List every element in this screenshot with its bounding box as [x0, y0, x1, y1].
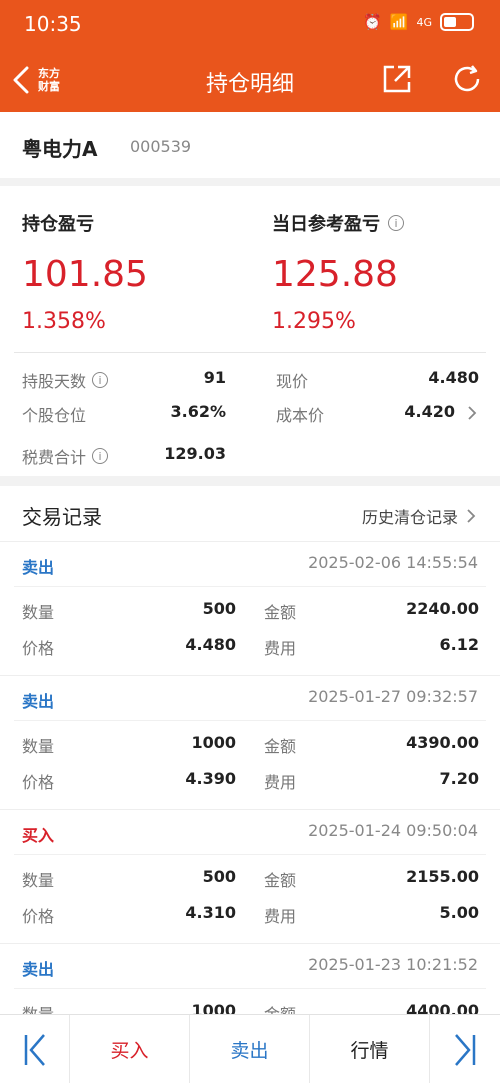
trade-datetime: 2025-01-24 09:50:04 — [308, 821, 478, 840]
history-link[interactable]: 历史清仓记录 — [362, 504, 476, 528]
sell-button[interactable]: 卖出 — [190, 1015, 310, 1083]
stat-days: 持股天数 i 91 — [22, 368, 226, 391]
first-page-button[interactable] — [0, 1015, 70, 1083]
daily-pnl: 当日参考盈亏 i 125.88 1.295% — [272, 210, 404, 334]
amount-label: 金额 — [264, 871, 297, 890]
trade-type: 卖出 — [22, 558, 55, 577]
status-icons: ⏰ 📶 4G — [363, 13, 474, 31]
stock-code: 000539 — [130, 137, 192, 156]
last-page-button[interactable] — [430, 1015, 500, 1083]
holding-pnl-label: 持仓盈亏 — [22, 214, 94, 235]
network-label: 4G — [416, 15, 432, 29]
bottom-toolbar: 买入 卖出 行情 — [0, 1014, 500, 1083]
fee-label: 费用 — [264, 773, 297, 792]
records-title: 交易记录 — [22, 505, 102, 529]
price-value: 4.480 — [185, 635, 236, 654]
divider — [14, 352, 486, 353]
fee-label: 费用 — [264, 907, 297, 926]
trade-list: 卖出 2025-02-06 14:55:54 数量 500 金额 2240.00… — [0, 542, 500, 1014]
trade-type: 卖出 — [22, 960, 55, 979]
battery-icon — [440, 13, 474, 31]
fee-value: 7.20 — [439, 769, 479, 788]
amount-value: 4390.00 — [406, 733, 479, 752]
status-bar: 10:35 ⏰ 📶 4G — [0, 0, 500, 48]
refresh-icon[interactable] — [450, 62, 484, 96]
trade-record[interactable]: 卖出 2025-01-27 09:32:57 数量 1000 金额 4390.0… — [0, 676, 500, 810]
info-icon[interactable]: i — [388, 215, 404, 231]
holding-pnl-pct: 1.358% — [22, 309, 106, 334]
trade-record[interactable]: 买入 2025-01-24 09:50:04 数量 500 金额 2155.00… — [0, 810, 500, 944]
trade-datetime: 2025-02-06 14:55:54 — [308, 553, 478, 572]
amount-label: 金额 — [264, 1001, 296, 1014]
pnl-panel: 持仓盈亏 101.85 1.358% 当日参考盈亏 i 125.88 1.295%… — [0, 186, 500, 476]
trade-record[interactable]: 卖出 2025-01-23 10:21:52 数量 1000 金额 4400.0… — [0, 944, 500, 1014]
nav-bar: 东方 财富 持仓明细 — [0, 48, 500, 112]
stat-price: 现价 4.480 — [276, 368, 479, 391]
qty-value: 1000 — [191, 1001, 236, 1014]
holding-pnl: 持仓盈亏 101.85 1.358% — [22, 210, 148, 334]
fee-value: 6.12 — [439, 635, 479, 654]
price-label: 价格 — [22, 773, 55, 792]
price-label: 价格 — [22, 639, 55, 658]
price-label: 价格 — [22, 907, 55, 926]
price-value: 4.310 — [185, 903, 236, 922]
fee-label: 费用 — [264, 639, 297, 658]
trade-datetime: 2025-01-23 10:21:52 — [308, 955, 478, 974]
amount-label: 金额 — [264, 737, 297, 756]
info-icon[interactable]: i — [92, 372, 109, 388]
wifi-icon: 📶 — [389, 13, 409, 31]
buy-button[interactable]: 买入 — [70, 1015, 190, 1083]
info-icon[interactable]: i — [92, 448, 109, 464]
divider — [14, 720, 486, 721]
qty-label: 数量 — [22, 737, 55, 756]
chevron-right-icon — [468, 406, 477, 420]
status-time: 10:35 — [24, 12, 82, 36]
quote-button[interactable]: 行情 — [310, 1015, 430, 1083]
amount-value: 2155.00 — [406, 867, 479, 886]
qty-value: 500 — [202, 867, 236, 886]
divider — [14, 854, 486, 855]
qty-label: 数量 — [22, 871, 55, 890]
trade-datetime: 2025-01-27 09:32:57 — [308, 687, 478, 706]
holding-pnl-value: 101.85 — [22, 254, 148, 295]
trade-type: 买入 — [22, 826, 55, 845]
page-title: 持仓明细 — [205, 72, 294, 97]
daily-pnl-label: 当日参考盈亏 — [272, 214, 380, 235]
trade-type: 卖出 — [22, 692, 55, 711]
trade-records: 交易记录 历史清仓记录 卖出 2025-02-06 14:55:54 数量 50… — [0, 486, 500, 1014]
stat-fee: 税费合计 i 129.03 — [22, 444, 226, 467]
stat-position: 个股仓位 3.62% — [22, 402, 226, 425]
qty-label: 数量 — [22, 1001, 54, 1014]
stock-header: 粤电力A 000539 — [0, 112, 500, 178]
daily-pnl-value: 125.88 — [272, 254, 398, 295]
skip-first-icon — [24, 1033, 45, 1066]
stock-name: 粤电力A — [22, 137, 98, 161]
divider — [14, 586, 486, 587]
share-icon[interactable] — [380, 62, 414, 96]
divider — [14, 988, 486, 989]
qty-value: 1000 — [191, 733, 236, 752]
trade-record[interactable]: 卖出 2025-02-06 14:55:54 数量 500 金额 2240.00… — [0, 542, 500, 676]
qty-value: 500 — [202, 599, 236, 618]
amount-label: 金额 — [264, 603, 297, 622]
amount-value: 4400.00 — [406, 1001, 479, 1014]
skip-last-icon — [455, 1033, 476, 1066]
stat-cost[interactable]: 成本价 4.420 — [276, 402, 479, 426]
alarm-icon: ⏰ — [363, 13, 382, 31]
records-header: 交易记录 历史清仓记录 — [0, 486, 500, 542]
daily-pnl-pct: 1.295% — [272, 309, 356, 334]
qty-label: 数量 — [22, 603, 55, 622]
amount-value: 2240.00 — [406, 599, 479, 618]
fee-value: 5.00 — [439, 903, 479, 922]
price-value: 4.390 — [185, 769, 236, 788]
chevron-right-icon — [467, 509, 476, 523]
